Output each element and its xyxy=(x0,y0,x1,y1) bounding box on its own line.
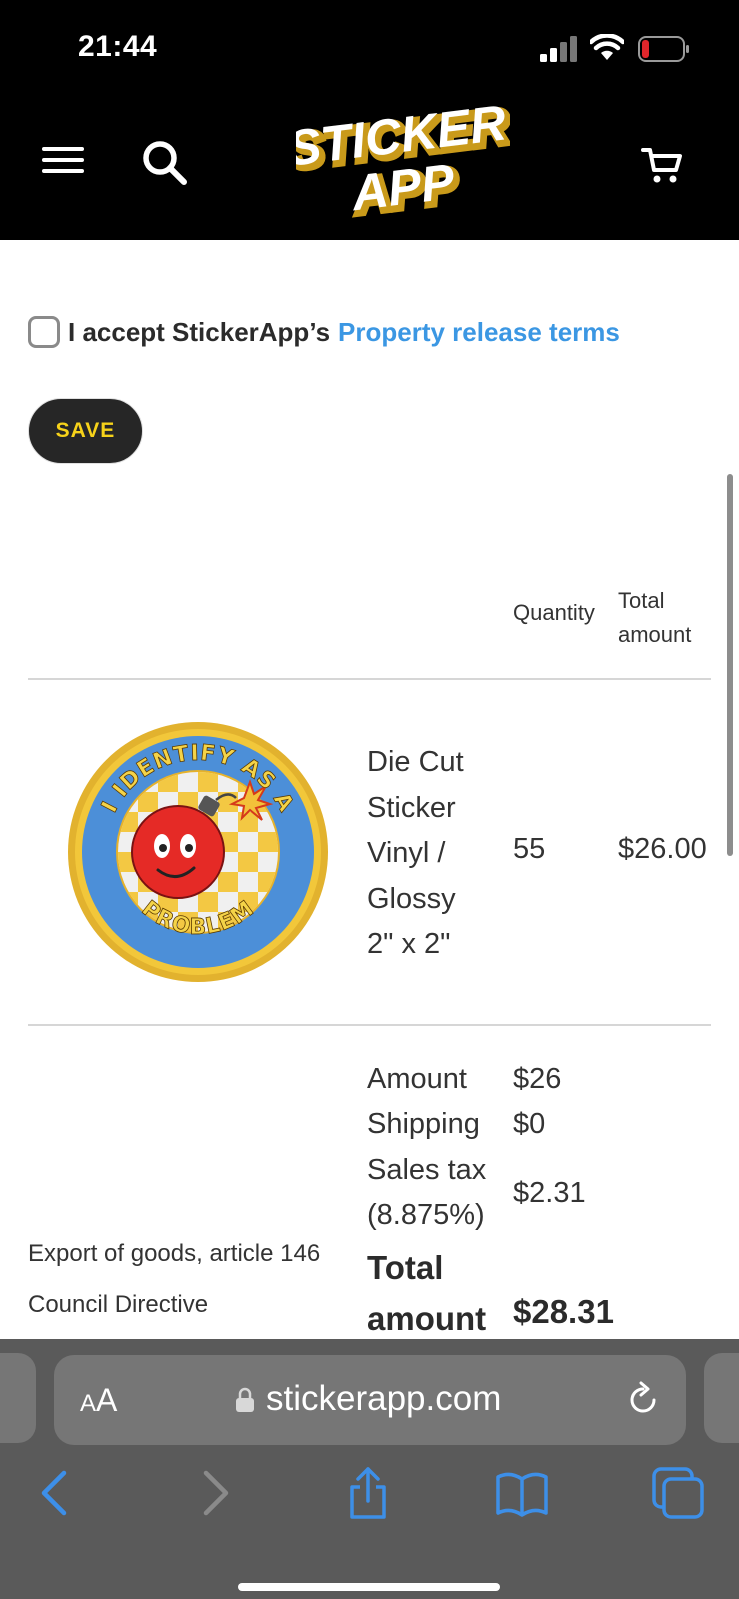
product-line: Sticker xyxy=(367,791,456,824)
top-bar: 21:44 STICKER STICKER APP APP xyxy=(0,0,739,240)
cart-icon[interactable] xyxy=(640,142,684,186)
home-indicator[interactable] xyxy=(238,1583,500,1591)
item-quantity: 55 xyxy=(513,833,546,865)
property-release-terms-link[interactable]: Property release terms xyxy=(338,317,620,348)
product-line: Vinyl / xyxy=(367,837,446,869)
column-header-total-line2: amount xyxy=(618,622,692,647)
total-label-line2: amount xyxy=(367,1300,487,1337)
address-bar[interactable]: AA stickerapp.com xyxy=(54,1355,686,1445)
status-time: 21:44 xyxy=(78,30,158,63)
accept-terms-label: I accept StickerApp’s xyxy=(68,316,331,347)
next-tab-preview[interactable] xyxy=(704,1353,739,1443)
lock-icon xyxy=(236,1387,254,1412)
shipping-value: $0 xyxy=(513,1108,546,1140)
sales-tax-rate-label: (8.875%) xyxy=(367,1199,485,1231)
browser-toolbar: AA stickerapp.com xyxy=(0,1339,739,1599)
hamburger-menu-icon[interactable] xyxy=(40,140,86,180)
bookmarks-icon[interactable] xyxy=(494,1465,550,1521)
sales-tax-value: $2.31 xyxy=(513,1177,586,1209)
column-header-quantity: Quantity xyxy=(513,600,595,625)
export-note-line2: Council Directive xyxy=(28,1291,209,1318)
accept-terms-checkbox[interactable] xyxy=(28,316,60,348)
amount-value: $26 xyxy=(513,1063,562,1095)
divider xyxy=(28,678,711,680)
product-line: 2" x 2" xyxy=(367,928,451,960)
sales-tax-label: Sales tax xyxy=(367,1154,487,1186)
cellular-signal-icon xyxy=(540,36,577,62)
back-icon[interactable] xyxy=(28,1465,84,1521)
item-total: $26.00 xyxy=(618,833,707,865)
product-description: Die Cut Sticker Vinyl / Glossy 2" x 2" xyxy=(367,740,507,968)
amount-label: Amount xyxy=(367,1063,467,1095)
save-button[interactable]: SAVE xyxy=(28,398,143,464)
wifi-icon xyxy=(590,34,624,60)
accept-terms-row: I accept StickerApp’s Property release t… xyxy=(28,316,620,348)
reader-text-size-button[interactable]: AA xyxy=(80,1382,117,1419)
reload-icon[interactable] xyxy=(624,1381,662,1419)
search-icon[interactable] xyxy=(140,138,190,188)
forward-icon[interactable] xyxy=(186,1465,242,1521)
export-note: Export of goods, article 146 Council Dir… xyxy=(28,1240,358,1330)
total-amount-label: Total amount xyxy=(367,1242,507,1344)
stickerapp-logo[interactable]: STICKER STICKER APP APP xyxy=(296,100,510,224)
share-icon[interactable] xyxy=(340,1465,396,1521)
previous-tab-preview[interactable] xyxy=(0,1353,36,1443)
column-header-total-line1: Total xyxy=(618,588,665,613)
product-line: Die Cut xyxy=(367,746,464,778)
page-scrollbar[interactable] xyxy=(727,474,733,856)
product-line: Glossy xyxy=(367,882,456,915)
url-text[interactable]: stickerapp.com xyxy=(266,1379,501,1419)
divider xyxy=(28,1024,711,1026)
export-note-line1: Export of goods, article 146 xyxy=(28,1240,321,1267)
tabs-icon[interactable] xyxy=(650,1465,706,1521)
column-header-total: Total amount xyxy=(618,584,728,652)
battery-icon xyxy=(638,36,689,62)
sticker-preview-image: I IDENTIFY AS A PROBLEM xyxy=(68,722,328,982)
total-amount-value: $28.31 xyxy=(513,1293,614,1330)
total-label-line1: Total xyxy=(367,1249,444,1286)
shipping-label: Shipping xyxy=(367,1108,480,1140)
